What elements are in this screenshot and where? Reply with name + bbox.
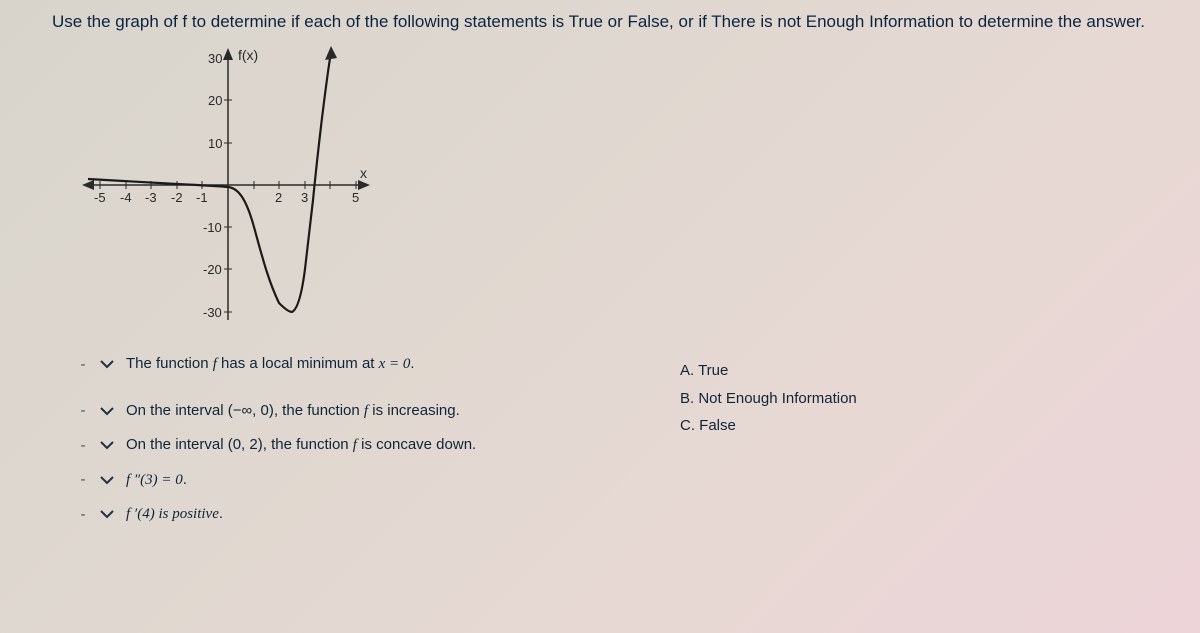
chevron-down-icon: [100, 509, 114, 519]
answer-slot: -: [76, 506, 90, 523]
y-tick-n10: -10: [203, 220, 222, 235]
chevron-down-icon: [100, 440, 114, 450]
statement-3-text: On the interval (0, 2), the function f i…: [126, 435, 476, 456]
answer-b: B. Not Enough Information: [680, 386, 857, 412]
statement-row-4: - f ″(3) = 0.: [76, 470, 476, 491]
answer-c: C. False: [680, 413, 857, 439]
chevron-down-icon: [100, 359, 114, 369]
statement-row-5: - f ′(4) is positive.: [76, 504, 476, 525]
statement-2-text: On the interval (−∞, 0), the function f …: [126, 401, 460, 422]
answer-slot: -: [76, 437, 90, 454]
x-axis-label: x: [360, 165, 367, 181]
dropdown-4[interactable]: [96, 471, 118, 489]
svg-text:3: 3: [301, 190, 308, 205]
question-prompt: Use the graph of f to determine if each …: [48, 12, 1152, 32]
svg-text:-4: -4: [120, 190, 132, 205]
y-tick-30: 30: [208, 51, 222, 66]
dropdown-3[interactable]: [96, 436, 118, 454]
y-tick-n30: -30: [203, 305, 222, 320]
statements-list: - The function f has a local minimum at …: [76, 354, 476, 539]
y-tick-n20: -20: [203, 262, 222, 277]
chevron-down-icon: [100, 406, 114, 416]
svg-text:-2: -2: [171, 190, 183, 205]
dropdown-1[interactable]: [96, 355, 118, 373]
svg-text:-3: -3: [145, 190, 157, 205]
chevron-down-icon: [100, 475, 114, 485]
answer-slot: -: [76, 356, 90, 373]
dropdown-2[interactable]: [96, 402, 118, 420]
statement-row-2: - On the interval (−∞, 0), the function …: [76, 401, 476, 422]
curve-arrow: [325, 46, 337, 60]
graph-plot: 30 20 10 -10 -20 -30 -5 -4 -3 -2 -1 2 3 …: [78, 40, 378, 330]
dropdown-5[interactable]: [96, 505, 118, 523]
x-axis-arrow: [358, 180, 370, 190]
svg-text:-5: -5: [94, 190, 106, 205]
statement-row-1: - The function f has a local minimum at …: [76, 354, 476, 375]
y-tick-10: 10: [208, 136, 222, 151]
x-axis-arrow-left: [82, 180, 94, 190]
y-axis-label: f(x): [238, 47, 258, 63]
answer-a: A. True: [680, 358, 857, 384]
svg-text:-1: -1: [196, 190, 208, 205]
y-tick-20: 20: [208, 93, 222, 108]
svg-text:2: 2: [275, 190, 282, 205]
answer-slot: -: [76, 402, 90, 419]
svg-text:5: 5: [352, 190, 359, 205]
statement-1-text: The function f has a local minimum at x …: [126, 354, 415, 375]
statement-4-text: f ″(3) = 0.: [126, 470, 187, 491]
statement-5-text: f ′(4) is positive.: [126, 504, 223, 525]
statement-row-3: - On the interval (0, 2), the function f…: [76, 435, 476, 456]
graph-svg: 30 20 10 -10 -20 -30 -5 -4 -3 -2 -1 2 3 …: [78, 40, 378, 330]
answer-slot: -: [76, 471, 90, 488]
answer-choices: A. True B. Not Enough Information C. Fal…: [680, 358, 857, 441]
